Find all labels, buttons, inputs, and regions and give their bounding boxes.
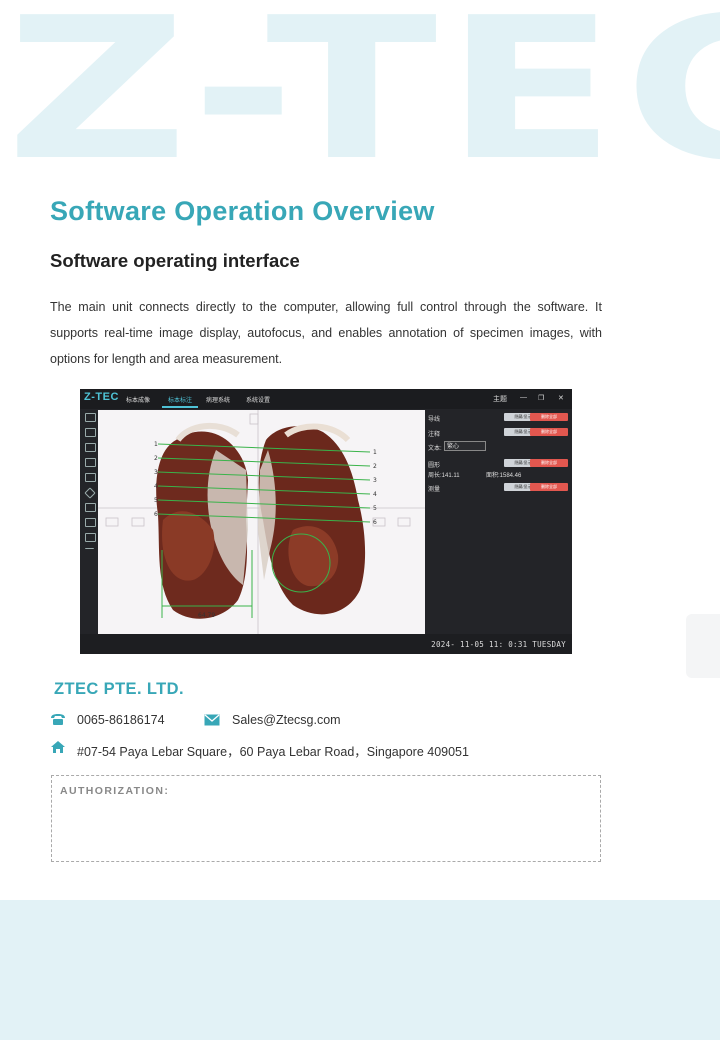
app-title-bar: Z-TEC 标本成像 标本标注 病理系统 系统设置 主题 — ❐ ✕ xyxy=(80,389,572,409)
guide-number-right: 5 xyxy=(373,505,377,512)
software-screenshot: Z-TEC 标本成像 标本标注 病理系统 系统设置 主题 — ❐ ✕ 1 2 3… xyxy=(80,389,572,654)
section-heading: Software Operation Overview xyxy=(50,196,435,226)
active-tab-indicator xyxy=(162,406,198,408)
app-tab-pathology[interactable]: 病理系统 xyxy=(206,395,230,404)
company-phone[interactable]: 0065-86186174 xyxy=(77,713,165,727)
delete-guides-button[interactable]: 删除全部 xyxy=(530,413,568,421)
company-email[interactable]: Sales@Ztecsg.com xyxy=(232,713,341,727)
measurement-label: 64.79 xyxy=(198,612,215,619)
area-readout: 面积:1584.46 xyxy=(486,473,522,479)
phone-icon xyxy=(51,714,65,725)
app-tab-annotation[interactable]: 标本标注 xyxy=(168,395,192,404)
frame-icon[interactable] xyxy=(85,518,96,527)
watermark-text: Z-TEC xyxy=(6,0,720,175)
guide-number-left: 4 xyxy=(154,483,158,490)
list-icon[interactable] xyxy=(85,458,96,467)
intro-paragraph: The main unit connects directly to the c… xyxy=(50,300,602,366)
app-tab-imaging[interactable]: 标本成像 xyxy=(126,395,150,404)
specimen-image-viewer[interactable]: 1 2 3 4 5 6 1 2 3 4 5 6 64.79 xyxy=(98,410,425,634)
annotation-panel: 导线 隐藏/显示 删除全部 注释 隐藏/显示 删除全部 文本: 繁心 圆形 隐藏… xyxy=(426,410,572,634)
folder-icon[interactable] xyxy=(85,413,96,422)
delete-notes-button[interactable]: 删除全部 xyxy=(530,428,568,436)
guide-number-left: 3 xyxy=(154,469,158,476)
watermark-logo: Z-TEC xyxy=(0,0,720,175)
annotation-text-input[interactable]: 繁心 xyxy=(444,441,486,451)
panel-text-label: 文本: xyxy=(428,446,442,452)
text-icon[interactable] xyxy=(85,548,94,556)
grid-icon[interactable] xyxy=(85,473,96,482)
delete-measure-button[interactable]: 删除全部 xyxy=(530,483,568,491)
home-icon xyxy=(51,741,65,753)
guide-number-left: 1 xyxy=(154,441,158,448)
guide-number-right: 6 xyxy=(373,519,377,526)
email-icon xyxy=(204,714,220,726)
theme-button[interactable]: 主题 xyxy=(493,394,507,404)
authorization-box[interactable]: AUTHORIZATION: xyxy=(51,775,601,862)
status-datetime: 2024- 11-05 11: 0:31 TUESDAY xyxy=(431,640,566,649)
guide-number-right: 3 xyxy=(373,477,377,484)
delete-circle-button[interactable]: 删除全部 xyxy=(530,459,568,467)
minimize-icon[interactable]: — xyxy=(520,394,527,401)
authorization-label: AUTHORIZATION: xyxy=(60,785,170,797)
tool-sidebar xyxy=(83,411,97,631)
close-icon[interactable]: ✕ xyxy=(558,394,564,402)
app-logo: Z-TEC xyxy=(84,391,119,403)
image-icon[interactable] xyxy=(85,443,96,452)
file-icon[interactable] xyxy=(85,428,96,437)
side-edge-tab xyxy=(686,614,720,678)
panel-label-guides: 导线 xyxy=(428,417,441,423)
crop-icon[interactable] xyxy=(85,503,96,512)
specimen-image: 1 2 3 4 5 6 1 2 3 4 5 6 64.79 xyxy=(98,410,425,634)
comment-icon[interactable] xyxy=(85,533,96,542)
specimen-heart xyxy=(156,422,366,619)
guide-number-right: 2 xyxy=(373,463,377,470)
company-name: ZTEC PTE. LTD. xyxy=(54,680,184,698)
diamond-icon[interactable] xyxy=(84,487,96,499)
company-address: #07-54 Paya Lebar Square，60 Paya Lebar R… xyxy=(77,745,469,759)
guide-number-left: 6 xyxy=(154,511,158,518)
guide-number-left: 5 xyxy=(154,497,158,504)
guide-number-left: 2 xyxy=(154,455,158,462)
panel-label-circle: 圆形 xyxy=(428,463,441,469)
subsection-heading: Software operating interface xyxy=(50,250,300,271)
footer-band xyxy=(0,900,720,1040)
panel-label-measure: 测量 xyxy=(428,487,441,493)
maximize-icon[interactable]: ❐ xyxy=(538,394,544,402)
panel-label-notes: 注释 xyxy=(428,432,441,438)
guide-number-right: 1 xyxy=(373,449,377,456)
app-tab-settings[interactable]: 系统设置 xyxy=(246,395,270,404)
perimeter-readout: 周长:141.11 xyxy=(428,473,460,479)
guide-number-right: 4 xyxy=(373,491,377,498)
app-status-bar: 2024- 11-05 11: 0:31 TUESDAY xyxy=(80,634,572,654)
